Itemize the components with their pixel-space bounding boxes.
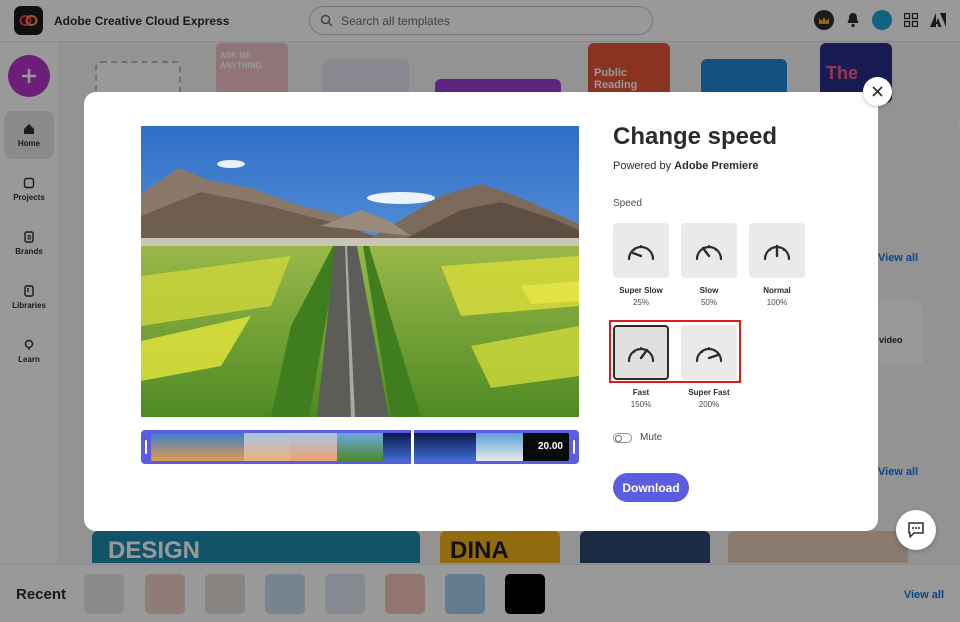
close-dialog-button[interactable] — [863, 77, 892, 106]
chat-icon — [908, 522, 924, 538]
speed-option-percent: 50% — [700, 298, 717, 307]
speed-option-name: Slow — [699, 286, 719, 295]
timeline-frame — [383, 433, 430, 461]
chat-button[interactable] — [896, 510, 936, 550]
powered-by-text: Powered by Adobe Premiere — [613, 160, 759, 172]
speed-option-name: Fast — [632, 388, 650, 397]
speed-option-box — [681, 325, 737, 380]
video-timeline[interactable]: 20.00 — [141, 430, 579, 464]
speed-option-slow[interactable]: Slow 50% — [681, 223, 737, 307]
speed-option-fast[interactable]: Fast 150% — [613, 325, 669, 409]
super-slow-gauge-icon — [627, 244, 655, 260]
speed-option-percent: 200% — [698, 400, 720, 409]
speed-section-label: Speed — [613, 198, 642, 209]
speed-option-percent: 25% — [632, 298, 649, 307]
timeline-frame — [243, 433, 291, 461]
speed-option-normal[interactable]: Normal 100% — [749, 223, 805, 307]
mute-toggle-row[interactable]: Mute — [613, 432, 662, 443]
powered-prefix: Powered by — [613, 160, 672, 172]
trim-handle-left[interactable] — [141, 430, 151, 464]
timeline-frame — [336, 433, 384, 461]
speed-option-super-fast[interactable]: Super Fast 200% — [681, 325, 737, 409]
mute-toggle[interactable] — [613, 432, 632, 443]
fast-gauge-icon — [627, 346, 655, 362]
speed-option-name: Super Fast — [688, 388, 730, 397]
speed-option-box — [613, 325, 669, 380]
speed-option-percent: 150% — [630, 400, 652, 409]
dialog-title: Change speed — [613, 123, 778, 150]
mute-label: Mute — [640, 432, 663, 443]
video-duration: 20.00 — [537, 441, 563, 452]
super-fast-gauge-icon — [695, 346, 723, 362]
timeline-frame — [197, 433, 244, 461]
normal-gauge-icon — [763, 244, 791, 260]
timeline-frame — [290, 433, 337, 461]
timeline-playhead[interactable] — [411, 430, 414, 464]
trim-handle-right[interactable] — [569, 430, 579, 464]
landscape-video-frame — [141, 126, 579, 417]
speed-option-percent: 100% — [766, 298, 788, 307]
speed-option-box — [613, 223, 669, 278]
timeline-frames — [151, 433, 569, 461]
timeline-frame — [429, 433, 477, 461]
powered-brand: Adobe Premiere — [674, 160, 759, 172]
timeline-frame — [151, 433, 198, 461]
timeline-frame — [476, 433, 523, 461]
slow-gauge-icon — [695, 244, 723, 260]
download-button[interactable]: Download — [613, 473, 689, 502]
speed-option-box — [749, 223, 805, 278]
video-preview[interactable] — [141, 126, 579, 417]
speed-option-box — [681, 223, 737, 278]
change-speed-dialog: 20.00 Change speed Powered by Adobe Prem… — [84, 92, 878, 531]
speed-option-name: Super Slow — [619, 286, 663, 295]
close-icon — [872, 86, 883, 97]
speed-option-super-slow[interactable]: Super Slow 25% — [613, 223, 669, 307]
speed-option-name: Normal — [763, 286, 791, 295]
